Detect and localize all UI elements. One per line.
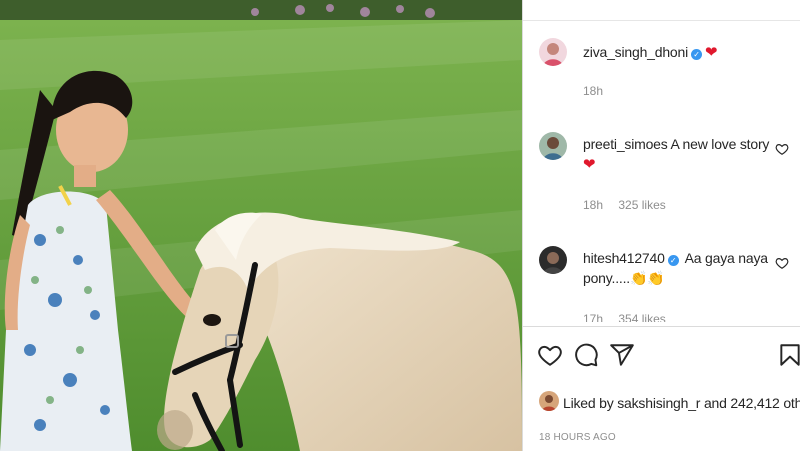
comment-time[interactable]: 18h [583, 198, 603, 212]
comment-row: hitesh412740 ✓ Aa gaya naya pony.....👏👏 1… [539, 246, 789, 322]
post-actions [537, 342, 800, 374]
comment-text: preeti_simoes A new love story ❤ [583, 134, 773, 175]
post-side-panel: ziva_singh_dhoni ✓ ❤ 18h preeti_simoes A n… [522, 0, 800, 451]
caption-username[interactable]: ziva_singh_dhoni [583, 44, 688, 60]
comment-icon[interactable] [573, 342, 601, 370]
comment-like-icon[interactable] [775, 256, 789, 273]
caption-meta: 18h [583, 84, 615, 98]
comment-row: preeti_simoes A new love story ❤ 18h 325… [539, 132, 789, 222]
comments-list[interactable]: ziva_singh_dhoni ✓ ❤ 18h preeti_simoes A n… [523, 22, 800, 322]
post-image [0, 0, 522, 451]
liker-avatar[interactable] [539, 391, 559, 411]
comment-like-icon[interactable] [775, 142, 789, 159]
actions-divider [523, 326, 800, 327]
comment-likes[interactable]: 325 likes [618, 198, 665, 212]
caption-time[interactable]: 18h [583, 84, 603, 98]
share-icon[interactable] [609, 342, 637, 370]
comment-likes[interactable]: 354 likes [618, 312, 665, 322]
likes-text: Liked by sakshisingh_r and 242,412 other… [563, 390, 800, 416]
comment-time[interactable]: 17h [583, 312, 603, 322]
caption-avatar[interactable] [539, 38, 567, 66]
likes-count[interactable]: 242,412 others [730, 395, 800, 411]
panel-top-divider [523, 20, 800, 21]
comment-text: hitesh412740 ✓ Aa gaya naya pony.....👏👏 [583, 248, 773, 288]
caption-text: ziva_singh_dhoni ✓ ❤ [583, 42, 773, 63]
liker-username[interactable]: sakshisingh_r [617, 395, 700, 411]
likes-prefix: Liked by [563, 395, 614, 411]
verified-badge-icon: ✓ [667, 255, 679, 266]
heart-emoji: ❤ [705, 44, 718, 61]
comment-username[interactable]: hitesh412740 [583, 250, 665, 266]
comment-meta: 18h 325 likes [583, 198, 678, 212]
post-photo[interactable] [0, 0, 522, 451]
bookmark-icon[interactable] [777, 342, 800, 370]
comment-message: A new love story [670, 136, 770, 152]
comment-avatar[interactable] [539, 246, 567, 274]
verified-badge-icon: ✓ [691, 49, 702, 60]
clap-emoji: 👏👏 [629, 270, 665, 286]
heart-emoji: ❤ [583, 156, 596, 173]
heart-icon[interactable] [537, 342, 565, 370]
likes-middle: and [703, 395, 727, 411]
likes-summary[interactable]: Liked by sakshisingh_r and 242,412 other… [539, 390, 800, 416]
comment-meta: 17h 354 likes [583, 312, 678, 322]
comment-avatar[interactable] [539, 132, 567, 160]
post-timestamp[interactable]: 18 HOURS AGO [539, 432, 616, 443]
caption-row: ziva_singh_dhoni ✓ ❤ 18h [539, 38, 789, 108]
comment-username[interactable]: preeti_simoes [583, 136, 668, 152]
